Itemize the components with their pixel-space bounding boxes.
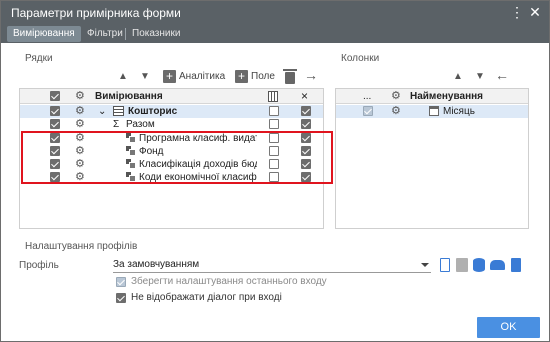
- profile-label: Профіль: [19, 260, 59, 271]
- profiles-section-label: Налаштування профілів: [25, 241, 138, 252]
- move-up-icon[interactable]: ▲: [118, 70, 128, 84]
- plus-icon: +: [235, 69, 248, 83]
- tab-separator: [125, 28, 126, 40]
- title-bar: Параметри примірника форми ⋮ ✕: [1, 1, 549, 24]
- gear-icon[interactable]: ⚙: [391, 90, 401, 102]
- window-title: Параметри примірника форми: [11, 6, 181, 20]
- delete-row-icon[interactable]: [283, 69, 297, 84]
- close-icon[interactable]: ✕: [529, 4, 541, 20]
- column-header-dimension: Вимірювання: [95, 91, 163, 102]
- column-options-icon[interactable]: ...: [363, 91, 371, 102]
- select-all-checkbox[interactable]: [50, 91, 60, 101]
- calendar-icon: [429, 106, 439, 116]
- save-last-input-checkbox[interactable]: [116, 277, 126, 287]
- rows-grid-header: ⚙ Вимірювання ×: [20, 89, 323, 104]
- column-header-name: Найменування: [410, 91, 483, 102]
- tab-indicators[interactable]: Показники: [132, 26, 180, 42]
- row-total-checkbox[interactable]: [301, 119, 311, 129]
- users-icon[interactable]: [490, 260, 505, 270]
- highlight-annotation: [21, 131, 333, 184]
- profile-select[interactable]: За замовчуванням: [113, 258, 431, 273]
- row-column-checkbox[interactable]: [269, 106, 279, 116]
- gear-icon[interactable]: ⚙: [391, 105, 401, 117]
- columns-grid-header: ... ⚙ Найменування: [336, 89, 528, 104]
- profile-select-value: За замовчуванням: [113, 259, 200, 270]
- rows-section-label: Рядки: [25, 53, 53, 64]
- column-label: Місяць: [443, 106, 475, 117]
- save-profile-icon[interactable]: [456, 258, 468, 272]
- move-down-icon[interactable]: ▼: [140, 70, 150, 84]
- chevron-down-icon: [421, 263, 429, 267]
- hide-dialog-label: Не відображати діалог при вході: [131, 292, 282, 303]
- add-analytics-label: Аналітика: [179, 71, 226, 82]
- database-icon[interactable]: [473, 258, 485, 272]
- table-row[interactable]: ⚙ ⌄ Кошторис: [20, 105, 323, 118]
- columns-section-label: Колонки: [341, 53, 380, 64]
- save-last-input-label: Зберегти налаштування останнього входу: [131, 276, 327, 287]
- columns-toggle-icon[interactable]: [268, 91, 278, 102]
- ok-button[interactable]: OK: [477, 317, 540, 338]
- row-total-checkbox[interactable]: [301, 106, 311, 116]
- add-analytics-button[interactable]: + Аналітика: [163, 69, 225, 85]
- row-label: Разом: [126, 119, 155, 130]
- table-row[interactable]: ⚙ Місяць: [336, 105, 528, 118]
- new-profile-icon[interactable]: [440, 258, 450, 272]
- gear-icon[interactable]: ⚙: [75, 90, 85, 102]
- hide-dialog-checkbox[interactable]: [116, 293, 126, 303]
- table-row[interactable]: ⚙ Σ Разом: [20, 118, 323, 131]
- tab-dimensions[interactable]: Вимірювання: [7, 26, 81, 42]
- column-visible-checkbox[interactable]: [363, 106, 373, 116]
- delete-profile-icon[interactable]: [511, 258, 521, 272]
- row-visible-checkbox[interactable]: [50, 119, 60, 129]
- gear-icon[interactable]: ⚙: [75, 118, 85, 130]
- row-visible-checkbox[interactable]: [50, 106, 60, 116]
- dialog-window: Параметри примірника форми ⋮ ✕ Вимірюван…: [0, 0, 550, 342]
- tab-bar: Вимірювання Фільтри Показники: [1, 24, 549, 43]
- row-column-checkbox[interactable]: [269, 119, 279, 129]
- plus-icon: +: [163, 69, 176, 83]
- expand-chevron-icon[interactable]: ⌄: [98, 105, 106, 118]
- move-right-icon[interactable]: →: [304, 68, 318, 82]
- move-down-icon[interactable]: ▼: [475, 70, 485, 84]
- more-menu-icon[interactable]: ⋮: [510, 4, 524, 20]
- columns-grid: ... ⚙ Найменування ⚙ Місяць: [335, 88, 529, 229]
- tab-filters[interactable]: Фільтри: [87, 26, 123, 42]
- table-icon: [113, 106, 124, 116]
- gear-icon[interactable]: ⚙: [75, 105, 85, 117]
- sigma-icon: Σ: [113, 119, 120, 130]
- clear-icon[interactable]: ×: [301, 89, 308, 103]
- move-up-icon[interactable]: ▲: [453, 70, 463, 84]
- add-field-label: Поле: [251, 71, 275, 82]
- move-left-icon[interactable]: ←: [495, 68, 509, 82]
- row-label: Кошторис: [128, 106, 178, 117]
- add-field-button[interactable]: + Поле: [235, 69, 275, 85]
